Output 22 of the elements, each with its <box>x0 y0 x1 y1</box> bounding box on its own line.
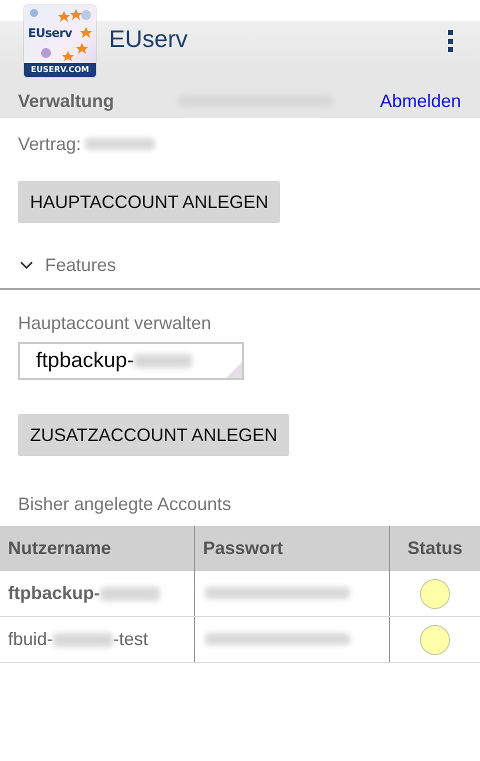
logo-text: EUserv <box>28 26 72 40</box>
logout-link[interactable]: Abmelden <box>380 90 461 112</box>
username-text: ftpbackup- <box>8 583 100 604</box>
section-heading: Bisher angelegte Accounts <box>18 494 232 515</box>
menu-icon[interactable] <box>446 30 454 52</box>
features-toggle[interactable]: Features <box>18 255 116 276</box>
create-sub-account-button[interactable]: ZUSATZACCOUNT ANLEGEN <box>18 414 290 456</box>
logo-domain: EUSERV.COM <box>24 63 96 77</box>
chevron-icon <box>20 261 33 270</box>
column-header: Nutzername <box>0 526 194 571</box>
section-title: Verwaltung <box>18 90 114 112</box>
contract-label: Vertrag: <box>18 134 82 154</box>
column-header: Status <box>390 526 480 571</box>
redacted-text <box>53 632 114 646</box>
redacted-text <box>100 586 160 600</box>
account-field[interactable]: ftpbackup- <box>18 342 244 380</box>
field-label: Hauptaccount verwalten <box>18 313 212 334</box>
column-header: Passwort <box>194 526 390 571</box>
app-title: EUserv <box>109 26 188 54</box>
username-suffix: -test <box>113 629 148 650</box>
username-text: fbuid- <box>8 629 54 650</box>
create-main-account-button[interactable]: HAUPTACCOUNT ANLEGEN <box>18 181 280 223</box>
